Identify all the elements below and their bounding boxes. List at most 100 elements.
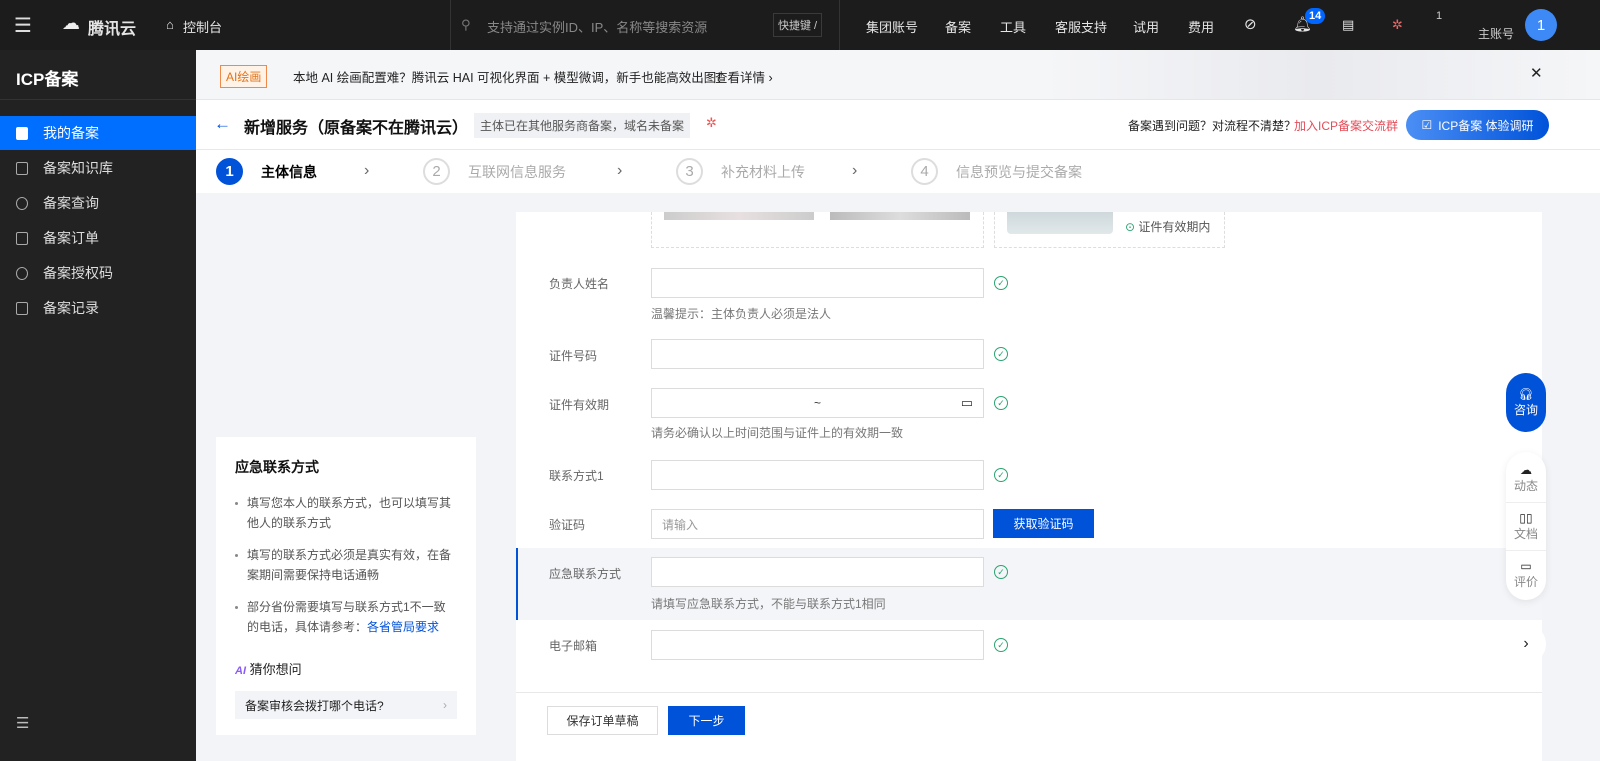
cert-valid-label: 证件有效期内: [1138, 220, 1211, 234]
emergency-contact-input[interactable]: [651, 557, 984, 587]
ai-tag: AI绘画: [220, 65, 268, 88]
cloud-icon: ☁: [1520, 462, 1532, 477]
news-label: 动态: [1513, 478, 1538, 493]
ai-suggest: AI 猜你想问: [235, 659, 457, 678]
check-circle-icon: ⊙: [1125, 220, 1136, 234]
step-number: 3: [676, 158, 703, 185]
check-circle-icon: ✓: [994, 347, 1008, 361]
tool-pill: ☁ 动态 ▯▯ 文档 ▭ 评价: [1506, 452, 1546, 600]
cart-icon[interactable]: ▤: [1342, 17, 1354, 33]
link-icon[interactable]: ⊘: [1244, 15, 1257, 33]
contact1-input[interactable]: [651, 460, 984, 490]
validity-date-range[interactable]: ~ ▭: [651, 388, 984, 418]
expand-chevron-icon[interactable]: ›: [1506, 624, 1546, 664]
step-number: 2: [423, 158, 450, 185]
ai-icon: AI: [235, 665, 246, 677]
step-label: 互联网信息服务: [468, 163, 566, 180]
step-label: 主体信息: [261, 163, 317, 180]
id-number-input[interactable]: [651, 339, 984, 369]
help-question: 备案遇到问题？对流程不清楚？: [1128, 119, 1297, 133]
feedback-label: 评价: [1513, 575, 1538, 589]
divider: [516, 692, 1542, 693]
sidebar-item-knowledge[interactable]: 备案知识库: [0, 151, 196, 185]
sidebar-item-query[interactable]: 备案查询: [0, 186, 196, 220]
sidebar-item-label: 备案记录: [43, 300, 99, 316]
next-step-button[interactable]: 下一步: [668, 706, 745, 735]
survey-icon: ☑: [1421, 118, 1433, 132]
verification-code-input[interactable]: 请输入: [651, 509, 984, 539]
get-code-button[interactable]: 获取验证码: [993, 509, 1094, 538]
news-button[interactable]: ☁ 动态: [1506, 454, 1546, 502]
headset-icon: 🎧︎: [1518, 387, 1534, 401]
check-circle-icon: ✓: [994, 638, 1008, 652]
nav-group-account[interactable]: 集团账号: [866, 17, 918, 36]
ai-logo-icon[interactable]: ✲: [706, 115, 717, 131]
sidebar-item-auth-code[interactable]: 备案授权码: [0, 256, 196, 290]
step-2: 2 互联网信息服务: [423, 158, 566, 185]
account-count: 1: [1436, 10, 1443, 22]
consult-label: 咨询: [1513, 403, 1538, 417]
close-icon[interactable]: ✕: [1530, 64, 1543, 82]
feedback-button[interactable]: ▭ 评价: [1506, 550, 1546, 598]
nav-billing[interactable]: 费用: [1188, 17, 1214, 36]
menu-icon[interactable]: ☰: [14, 13, 32, 38]
home-icon: ⌂: [166, 17, 174, 32]
docs-label: 文档: [1513, 527, 1538, 541]
step-3: 3 补充材料上传: [676, 158, 805, 185]
divider: [0, 99, 196, 100]
suggested-question[interactable]: 备案审核会拨打哪个电话? ›: [235, 691, 457, 719]
check-circle-icon: ✓: [994, 396, 1008, 410]
docs-button[interactable]: ▯▯ 文档: [1506, 502, 1546, 550]
collapse-sidebar-icon[interactable]: ☰: [16, 714, 29, 732]
help-card: 应急联系方式 填写您本人的联系方式，也可以填写其他人的联系方式 填写的联系方式必…: [216, 437, 476, 735]
step-1: 1 主体信息: [216, 158, 317, 185]
field-label: 负责人姓名: [549, 277, 610, 291]
sidebar-item-orders[interactable]: 备案订单: [0, 221, 196, 255]
page-title: 新增服务（原备案不在腾讯云）: [244, 120, 469, 137]
sidebar-item-label: 我的备案: [43, 125, 99, 141]
sidebar-item-my-filing[interactable]: 我的备案: [0, 116, 196, 150]
banner-link[interactable]: 查看详情 ›: [715, 67, 773, 86]
chevron-right-icon: ›: [617, 162, 623, 179]
province-rules-link[interactable]: 各省管局要求: [367, 620, 439, 634]
account-label[interactable]: 主账号: [1478, 25, 1514, 42]
join-group-link[interactable]: 加入ICP备案交流群: [1294, 117, 1398, 134]
field-label: 联系方式1: [549, 469, 604, 483]
banner-text: 本地 AI 绘画配置难？腾讯云 HAI 可视化界面 + 模型微调，新手也能高效出…: [293, 71, 729, 85]
ai-logo-icon[interactable]: ✲: [1392, 17, 1403, 33]
console-link[interactable]: 控制台: [183, 17, 222, 36]
form-panel: ⊙ 证件有效期内 负责人姓名 ✓ 温馨提示：主体负责人必须是法人 证件号码 ✓ …: [516, 212, 1542, 761]
save-draft-button[interactable]: 保存订单草稿: [547, 706, 658, 735]
avatar[interactable]: 1: [1525, 9, 1557, 41]
back-arrow-icon[interactable]: ←: [214, 114, 231, 134]
promo-banner: AI绘画 本地 AI 绘画配置难？腾讯云 HAI 可视化界面 + 模型微调，新手…: [196, 50, 1600, 100]
consult-button[interactable]: 🎧︎ 咨询: [1506, 373, 1546, 432]
field-label: 证件有效期: [549, 398, 610, 412]
id-card-upload[interactable]: [651, 212, 984, 248]
check-circle-icon: ✓: [994, 565, 1008, 579]
license-upload[interactable]: ⊙ 证件有效期内: [994, 212, 1225, 248]
brand[interactable]: 腾讯云: [88, 15, 136, 39]
sidebar-item-records[interactable]: 备案记录: [0, 291, 196, 325]
survey-button[interactable]: ☑ ICP备案 体验调研: [1406, 110, 1549, 140]
id-card-front-image: [664, 212, 814, 220]
nav-filing[interactable]: 备案: [945, 17, 971, 36]
calendar-icon[interactable]: ▭: [961, 395, 973, 411]
info-icon: [16, 266, 28, 280]
book-icon: ▯▯: [1519, 511, 1533, 525]
field-label: 证件号码: [549, 349, 598, 363]
principal-name-input[interactable]: [651, 268, 984, 298]
search-box[interactable]: ⚲ 支持通过实例ID、IP、名称等搜索资源 快捷键 /: [450, 0, 840, 50]
document-icon: [16, 301, 28, 315]
banner-link-label: 查看详情: [715, 71, 766, 85]
nav-tools[interactable]: 工具: [1000, 17, 1026, 36]
chevron-right-icon: ›: [852, 162, 858, 179]
nav-trial[interactable]: 试用: [1133, 17, 1159, 36]
license-image: [1007, 212, 1113, 234]
status-tag: 主体已在其他服务商备案，域名未备案: [474, 113, 691, 138]
email-input[interactable]: [651, 630, 984, 660]
search-input[interactable]: 支持通过实例ID、IP、名称等搜索资源: [487, 17, 707, 36]
nav-support[interactable]: 客服支持: [1055, 17, 1107, 36]
step-label: 补充材料上传: [721, 163, 805, 180]
sidebar-item-label: 备案订单: [43, 230, 99, 246]
